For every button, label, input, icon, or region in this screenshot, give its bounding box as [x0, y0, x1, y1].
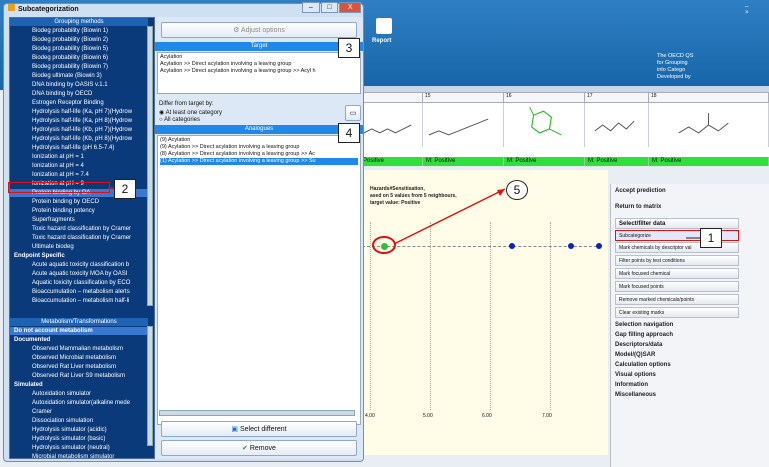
callout-5: 5 — [506, 180, 528, 200]
callout-2: 2 — [114, 179, 136, 199]
callout-3: 3 — [338, 38, 360, 58]
highlight-box — [8, 182, 110, 193]
callout-lines — [108, 187, 700, 245]
callout-1: 1 — [700, 228, 722, 248]
callout-4: 4 — [338, 123, 360, 143]
